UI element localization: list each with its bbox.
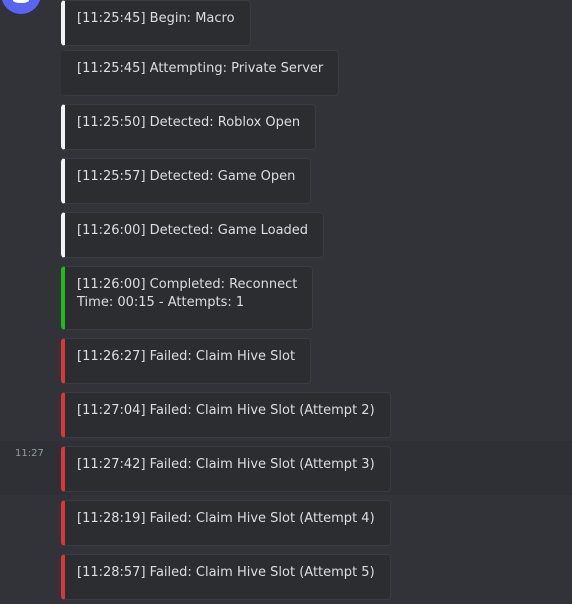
embed-text-line: [11:25:50] Detected: Roblox Open xyxy=(77,115,301,130)
message-row[interactable]: [11:25:57] Detected: Game Open xyxy=(0,154,572,208)
embed-text-line: [11:25:45] Begin: Macro xyxy=(77,11,235,26)
embed-text-line: [11:27:04] Failed: Claim Hive Slot (Atte… xyxy=(77,403,375,418)
embed-text-line: [11:25:45] Attempting: Private Server xyxy=(77,61,324,76)
log-embed: [11:25:45] Attempting: Private Server xyxy=(61,50,340,96)
log-embed: [11:26:27] Failed: Claim Hive Slot xyxy=(61,338,312,384)
log-embed: [11:28:57] Failed: Claim Hive Slot (Atte… xyxy=(61,554,391,600)
embed-text-line: [11:25:57] Detected: Game Open xyxy=(77,169,296,184)
log-embed: [11:28:19] Failed: Claim Hive Slot (Atte… xyxy=(61,500,391,546)
log-embed: [11:27:42] Failed: Claim Hive Slot (Atte… xyxy=(61,446,391,492)
chat-messages: [11:25:45] Begin: Macro [11:25:45] Attem… xyxy=(0,0,572,604)
embed-text-line: [11:28:57] Failed: Claim Hive Slot (Atte… xyxy=(77,565,375,580)
message-row[interactable]: [11:25:45] Begin: Macro xyxy=(0,0,572,50)
embed-text-line: Time: 00:15 - Attempts: 1 xyxy=(77,295,245,310)
embed-text-line: [11:26:00] Detected: Game Loaded xyxy=(77,223,309,238)
embed-text-line: [11:27:42] Failed: Claim Hive Slot (Atte… xyxy=(77,457,375,472)
embed-text-line: [11:26:00] Completed: Reconnect xyxy=(77,277,298,292)
message-row[interactable]: [11:25:50] Detected: Roblox Open xyxy=(0,100,572,154)
message-row[interactable]: [11:28:57] Failed: Claim Hive Slot (Atte… xyxy=(0,550,572,604)
log-embed: [11:26:00] Detected: Game Loaded xyxy=(61,212,325,258)
message-timestamp[interactable]: 11:27 xyxy=(15,448,44,459)
log-embed: [11:27:04] Failed: Claim Hive Slot (Atte… xyxy=(61,392,391,438)
log-embed: [11:25:57] Detected: Game Open xyxy=(61,158,312,204)
message-row[interactable]: [11:26:27] Failed: Claim Hive Slot xyxy=(0,334,572,388)
embed-text-line: [11:28:19] Failed: Claim Hive Slot (Atte… xyxy=(77,511,375,526)
message-row[interactable]: [11:26:00] Completed: Reconnect Time: 00… xyxy=(0,262,572,334)
message-row[interactable]: 11:27 [11:27:42] Failed: Claim Hive Slot… xyxy=(0,441,572,495)
message-row[interactable]: [11:28:19] Failed: Claim Hive Slot (Atte… xyxy=(0,496,572,550)
log-embed: [11:26:00] Completed: Reconnect Time: 00… xyxy=(61,266,314,330)
message-row[interactable]: [11:25:45] Attempting: Private Server xyxy=(0,46,572,100)
message-row[interactable]: [11:27:04] Failed: Claim Hive Slot (Atte… xyxy=(0,388,572,442)
log-embed: [11:25:45] Begin: Macro xyxy=(61,0,251,46)
log-embed: [11:25:50] Detected: Roblox Open xyxy=(61,104,317,150)
embed-text-line: [11:26:27] Failed: Claim Hive Slot xyxy=(77,349,296,364)
message-row[interactable]: [11:26:00] Detected: Game Loaded xyxy=(0,208,572,262)
